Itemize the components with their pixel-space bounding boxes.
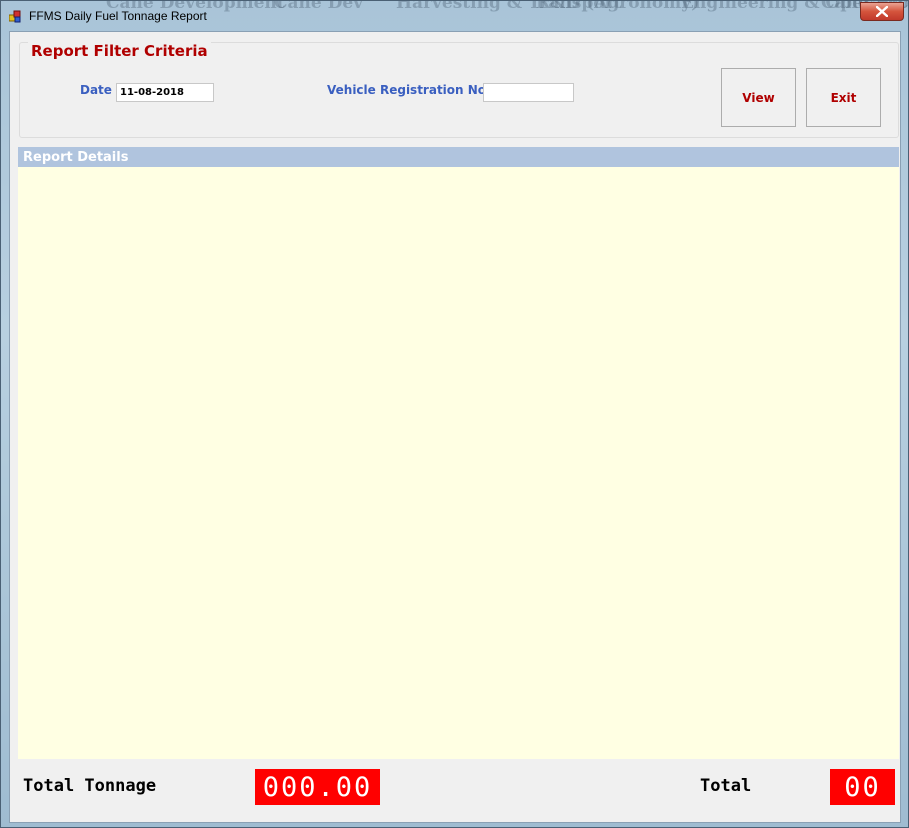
background-menu-item: R&D (Agronomy) <box>536 1 700 13</box>
background-menu-item: Harvesting & Transport <box>396 1 622 13</box>
app-icon <box>9 10 21 23</box>
vehicle-registration-label: Vehicle Registration No <box>327 83 487 97</box>
total-label: Total <box>700 776 752 796</box>
vehicle-registration-field[interactable] <box>483 83 574 102</box>
window-title: FFMS Daily Fuel Tonnage Report <box>29 9 207 23</box>
client-area: Report Filter Criteria Date 11-08-2018 V… <box>9 31 901 823</box>
title-bar[interactable]: Cane Development Cane Dev Harvesting & T… <box>1 1 908 31</box>
total-value: 00 <box>830 769 895 805</box>
date-field[interactable]: 11-08-2018 <box>116 83 214 102</box>
close-icon <box>876 6 888 17</box>
view-button[interactable]: View <box>721 68 796 127</box>
background-menu-item: Cane Dev <box>273 1 364 13</box>
date-label: Date <box>80 83 112 97</box>
report-details-header: Report Details <box>18 147 899 167</box>
report-details-area[interactable] <box>18 167 899 759</box>
report-window: Cane Development Cane Dev Harvesting & T… <box>0 0 909 828</box>
close-button[interactable] <box>860 2 904 21</box>
background-menu-item: Engineering & Operation <box>681 1 908 13</box>
total-tonnage-value: 000.00 <box>255 769 380 805</box>
filter-group-title: Report Filter Criteria <box>28 42 211 60</box>
total-tonnage-label: Total Tonnage <box>23 776 157 796</box>
exit-button[interactable]: Exit <box>806 68 881 127</box>
